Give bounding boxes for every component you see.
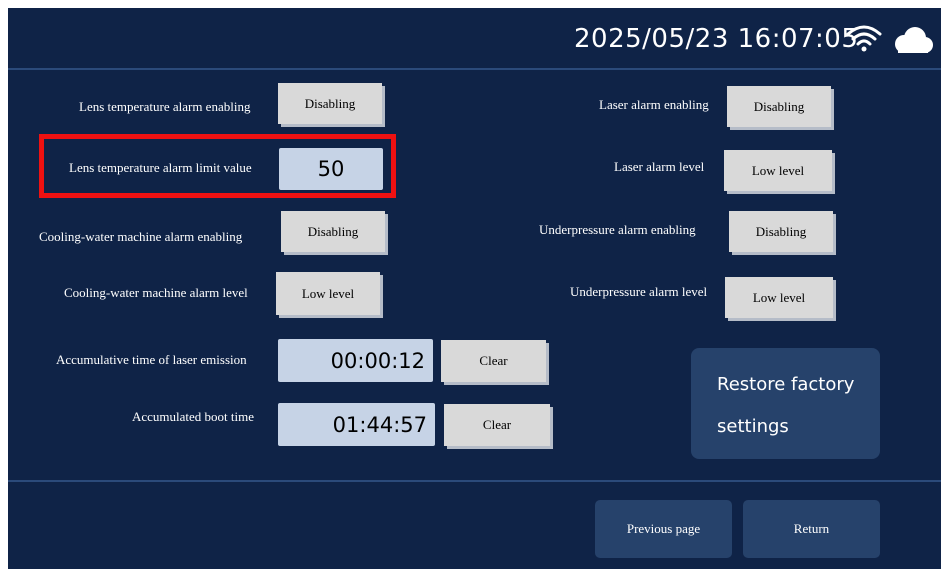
boot-time-clear-button[interactable]: Clear	[444, 404, 550, 446]
laser-alarm-enabling-button[interactable]: Disabling	[727, 86, 831, 127]
settings-screen: 2025/05/23 16:07:05 Lens temperature ala…	[8, 8, 941, 569]
restore-line-1: Restore factory	[717, 374, 855, 395]
header-divider	[8, 68, 941, 70]
laser-emission-time-value: 00:00:12	[278, 339, 433, 382]
previous-page-button[interactable]: Previous page	[595, 500, 732, 558]
boot-time-label: Accumulated boot time	[132, 409, 255, 424]
lens-temp-alarm-enabling-label: Lens temperature alarm enabling	[79, 99, 251, 114]
underpressure-alarm-enabling-label: Underpressure alarm enabling	[539, 222, 696, 237]
lens-temp-alarm-enabling-button[interactable]: Disabling	[278, 83, 382, 124]
cooling-alarm-enabling-label: Cooling-water machine alarm enabling	[39, 229, 243, 244]
underpressure-alarm-level-label: Underpressure alarm level	[570, 284, 708, 299]
cooling-alarm-level-label: Cooling-water machine alarm level	[64, 285, 248, 300]
laser-emission-clear-button[interactable]: Clear	[441, 340, 546, 382]
cooling-alarm-enabling-button[interactable]: Disabling	[281, 211, 385, 252]
restore-line-2: settings	[717, 416, 789, 437]
return-button[interactable]: Return	[743, 500, 880, 558]
footer-divider	[8, 480, 941, 482]
highlight-box	[39, 134, 396, 198]
laser-alarm-level-label: Laser alarm level	[614, 159, 705, 174]
datetime-display: 2025/05/23 16:07:05	[574, 24, 859, 54]
restore-factory-settings-button[interactable]: Restore factory settings	[691, 348, 880, 459]
cooling-alarm-level-button[interactable]: Low level	[276, 272, 380, 315]
boot-time-value: 01:44:57	[278, 403, 435, 446]
laser-alarm-enabling-label: Laser alarm enabling	[599, 97, 709, 112]
laser-alarm-level-button[interactable]: Low level	[724, 150, 832, 191]
cloud-icon	[895, 27, 933, 53]
underpressure-alarm-enabling-button[interactable]: Disabling	[729, 211, 833, 252]
wifi-icon	[846, 25, 882, 52]
laser-emission-time-label: Accumulative time of laser emission	[56, 352, 247, 367]
underpressure-alarm-level-button[interactable]: Low level	[725, 277, 833, 318]
